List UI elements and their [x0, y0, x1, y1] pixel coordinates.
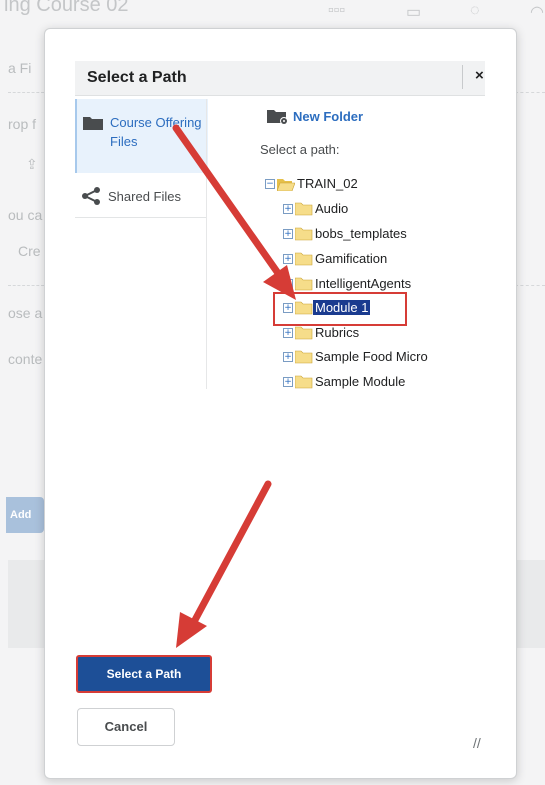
background-divider — [8, 285, 44, 286]
folder-icon — [294, 227, 313, 246]
dialog-header: Select a Path — [75, 61, 485, 96]
background-left-strip — [0, 28, 44, 785]
folder-icon — [294, 202, 313, 221]
source-nav: Course Offering Files Shared Files — [75, 99, 208, 249]
expand-icon[interactable]: + — [283, 204, 293, 214]
cancel-button[interactable]: Cancel — [77, 708, 175, 746]
expand-icon[interactable]: + — [283, 229, 293, 239]
new-folder-label: New Folder — [293, 109, 364, 124]
folder-icon — [294, 350, 313, 369]
open-folder-icon — [276, 177, 296, 196]
background-text: conte — [8, 351, 43, 367]
expand-icon[interactable]: + — [283, 328, 293, 338]
background-course-title: ing Course 02 — [4, 0, 129, 16]
annotation-highlight-box — [273, 292, 407, 326]
tree-node-label: bobs_templates — [315, 226, 407, 241]
folder-icon — [294, 252, 313, 271]
background-band — [515, 560, 545, 648]
folder-icon — [83, 116, 103, 135]
dialog-title: Select a Path — [87, 69, 187, 86]
close-icon[interactable]: × — [475, 67, 484, 84]
background-text: ou ca — [8, 207, 43, 223]
background-divider — [8, 92, 44, 93]
nav-item-course-offering-files[interactable]: Course Offering Files — [75, 99, 208, 173]
tree-node-label: Sample Food Micro — [315, 349, 428, 364]
expand-icon[interactable]: + — [283, 279, 293, 289]
select-path-dialog: Select a Path × Course Offering Files Sh… — [44, 28, 517, 779]
background-band — [8, 560, 44, 648]
mail-icon: ▭ — [406, 4, 422, 21]
tree-node-label: Audio — [315, 201, 349, 216]
folder-icon — [294, 375, 313, 394]
resize-handle-icon[interactable]: // — [473, 735, 481, 751]
upload-icon: ⇪ — [26, 156, 38, 172]
tree-node-label: Rubrics — [315, 325, 360, 340]
background-divider — [515, 285, 545, 286]
background-toolbar: ▫▫▫ ▭ ◌ ◠ — [320, 0, 545, 28]
tree-node-label: TRAIN_02 — [297, 176, 358, 191]
expand-icon[interactable]: + — [283, 254, 293, 264]
expand-icon[interactable]: + — [283, 377, 293, 387]
background-text: rop f — [8, 116, 37, 132]
tree-node-label: IntelligentAgents — [315, 276, 412, 291]
header-separator — [462, 65, 463, 89]
expand-icon[interactable]: + — [283, 352, 293, 362]
folder-icon — [294, 326, 313, 345]
nav-item-shared-files[interactable]: Shared Files — [75, 173, 206, 218]
chat-icon: ◌ — [470, 2, 480, 19]
background-divider — [515, 92, 545, 93]
new-folder-icon — [267, 109, 289, 130]
pane-divider — [206, 99, 207, 389]
background-text: ose a — [8, 305, 43, 321]
collapse-icon[interactable]: − — [265, 179, 275, 189]
share-icon — [81, 187, 101, 210]
background-right-strip — [515, 28, 545, 785]
bell-icon: ◠ — [530, 4, 544, 21]
select-path-button[interactable]: Select a Path — [76, 655, 212, 693]
tree-node-label: Gamification — [315, 251, 388, 266]
background-text: Cre — [18, 243, 41, 259]
tree-node-label: Sample Module — [315, 374, 406, 389]
select-path-label: Select a path: — [260, 142, 340, 157]
nav-item-label: Course Offering Files — [110, 115, 202, 149]
background-add-button: Add — [6, 497, 44, 533]
grid-icon: ▫▫▫ — [328, 2, 346, 19]
background-text: a Fi — [8, 60, 32, 76]
nav-item-label: Shared Files — [108, 189, 181, 204]
